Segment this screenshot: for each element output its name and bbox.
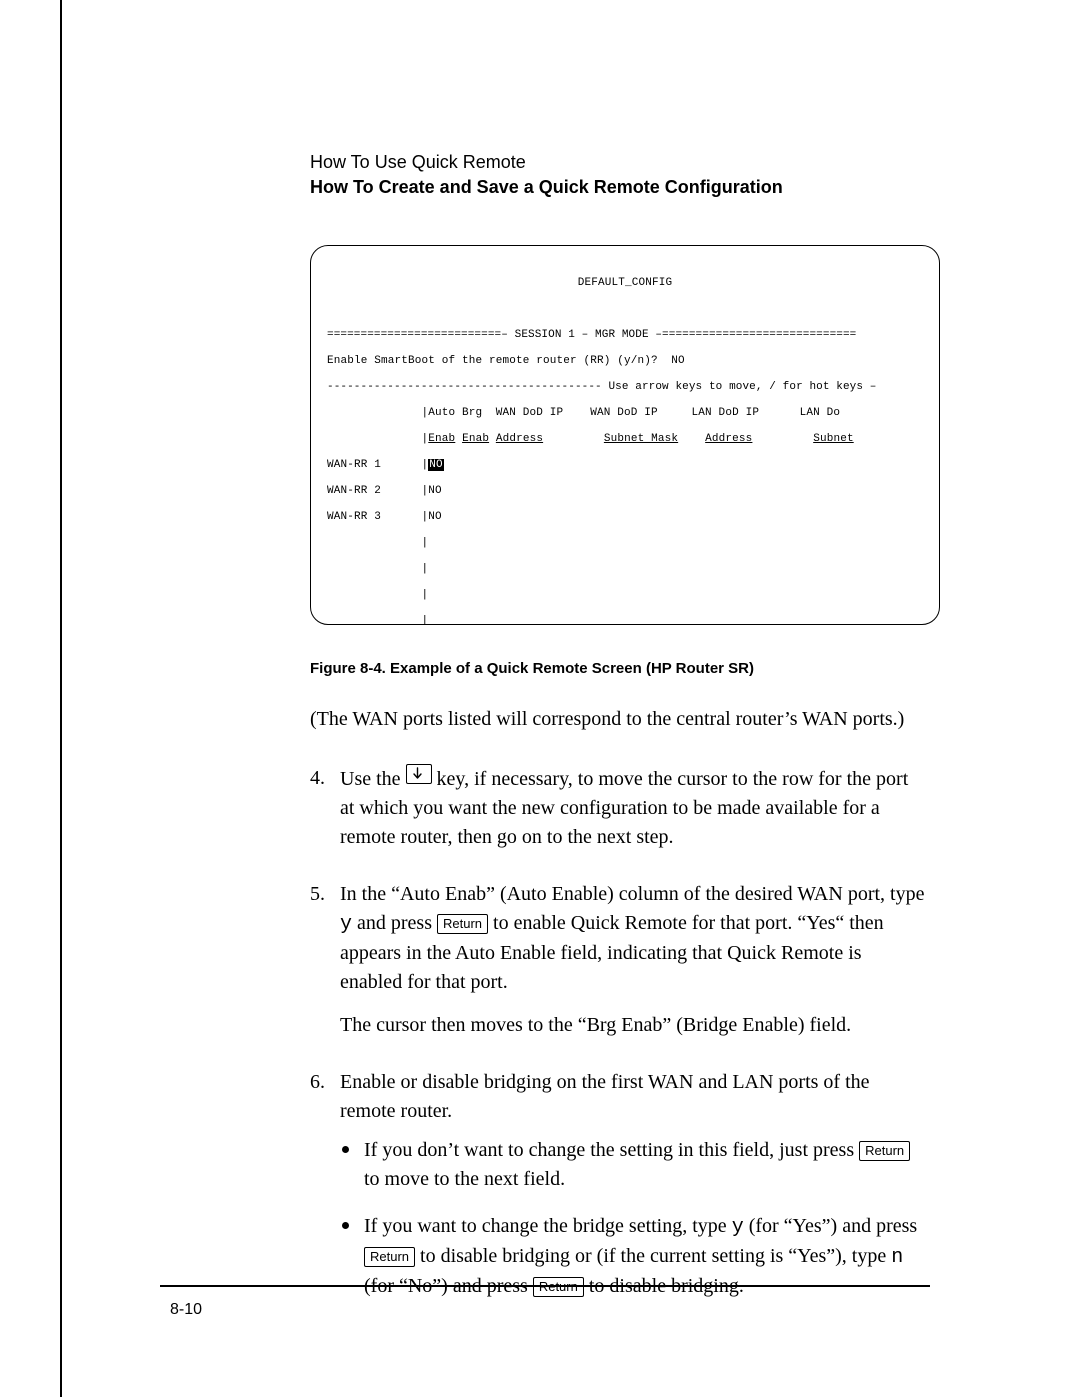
step-number: 4. <box>310 764 325 793</box>
step-6-bullet-2: If you want to change the bridge setting… <box>340 1212 925 1301</box>
step-number: 6. <box>310 1068 325 1097</box>
footer-rule <box>160 1285 930 1287</box>
return-key-icon: Return <box>364 1247 415 1267</box>
screen-hint: ----------------------------------------… <box>327 381 923 394</box>
step-5-p1: In the “Auto Enab” (Auto Enable) column … <box>340 883 924 993</box>
running-head-title: How To Use Quick Remote <box>310 150 925 175</box>
step-4: 4. Use the key, if necessary, to move th… <box>310 764 925 852</box>
screen-blank: | <box>327 563 923 576</box>
page-number: 8-10 <box>170 1301 202 1319</box>
running-head: How To Use Quick Remote How To Create an… <box>310 150 925 200</box>
step-6-bullet-1: If you don’t want to change the setting … <box>340 1136 925 1194</box>
terminal-screenshot: DEFAULT_CONFIG =========================… <box>310 245 940 625</box>
screen-blank: | <box>327 615 923 625</box>
left-rule <box>60 0 62 1397</box>
down-arrow-key-icon <box>406 764 432 784</box>
step-6-bullets: If you don’t want to change the setting … <box>340 1136 925 1301</box>
step-5: 5. In the “Auto Enab” (Auto Enable) colu… <box>310 880 925 1040</box>
step-5-p2: The cursor then moves to the “Brg Enab” … <box>340 1011 925 1040</box>
screen-colhead-1: |Auto Brg WAN DoD IP WAN DoD IP LAN DoD … <box>327 407 923 420</box>
step-6: 6. Enable or disable bridging on the fir… <box>310 1068 925 1301</box>
parenthetical-note: (The WAN ports listed will correspond to… <box>310 705 925 734</box>
screen-blank: | <box>327 537 923 550</box>
step-list: 4. Use the key, if necessary, to move th… <box>310 764 925 1301</box>
screen-row-3: WAN-RR 3 |NO <box>327 511 923 524</box>
screen-row-1: WAN-RR 1 |NO <box>327 459 923 472</box>
page: How To Use Quick Remote How To Create an… <box>0 0 1080 1397</box>
screen-session-line: ==========================– SESSION 1 – … <box>327 329 923 342</box>
running-head-subtitle: How To Create and Save a Quick Remote Co… <box>310 175 925 200</box>
screen-title: DEFAULT_CONFIG <box>327 277 923 290</box>
screen-prompt: Enable SmartBoot of the remote router (R… <box>327 355 923 368</box>
step-6-lead: Enable or disable bridging on the first … <box>340 1071 870 1122</box>
figure-caption: Figure 8-4. Example of a Quick Remote Sc… <box>310 660 925 677</box>
return-key-icon: Return <box>859 1141 910 1161</box>
return-key-icon: Return <box>437 914 488 934</box>
screen-colhead-2: |Enab Enab Address Subnet Mask Address S… <box>327 433 923 446</box>
screen-blank: | <box>327 589 923 602</box>
screen-row-2: WAN-RR 2 |NO <box>327 485 923 498</box>
step-number: 5. <box>310 880 325 909</box>
step-4-text: Use the key, if necessary, to move the c… <box>340 768 908 848</box>
return-key-icon: Return <box>533 1277 584 1297</box>
